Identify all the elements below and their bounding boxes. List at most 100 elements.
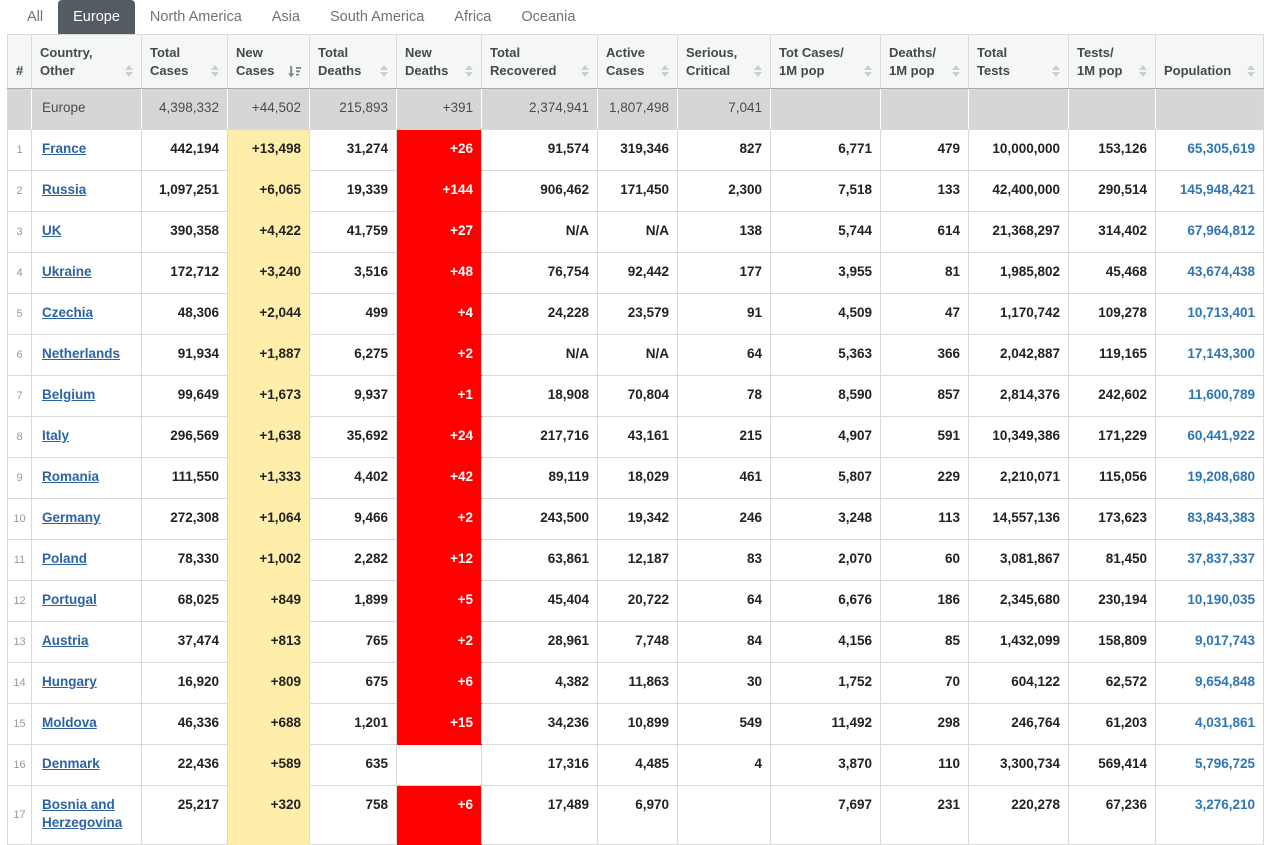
- tests-per-1m-cell: 173,623: [1069, 499, 1156, 540]
- serious-critical-cell: 138: [678, 212, 771, 253]
- sort-icon[interactable]: [1243, 65, 1255, 77]
- col-label: New: [236, 44, 301, 62]
- population-link[interactable]: 9,017,743: [1156, 622, 1264, 663]
- tests-per-1m-cell: 81,450: [1069, 540, 1156, 581]
- col-header-new-deaths[interactable]: NewDeaths: [397, 35, 482, 89]
- deaths-per-1m-cell: 186: [881, 581, 969, 622]
- population-link[interactable]: 5,796,725: [1156, 745, 1264, 786]
- population-link[interactable]: 145,948,421: [1156, 171, 1264, 212]
- country-link[interactable]: Denmark: [42, 756, 100, 771]
- tests-per-1m-cell: [1069, 89, 1156, 130]
- total-recovered-cell: 34,236: [482, 704, 598, 745]
- country-link[interactable]: Italy: [42, 428, 69, 443]
- sort-icon[interactable]: [1135, 65, 1147, 77]
- country-link[interactable]: Austria: [42, 633, 89, 648]
- sort-icon[interactable]: [860, 65, 872, 77]
- new-deaths-cell: +24: [397, 417, 482, 458]
- tab-oceania[interactable]: Oceania: [506, 0, 590, 34]
- col-header-total-tests[interactable]: TotalTests: [969, 35, 1069, 89]
- country-link[interactable]: UK: [42, 223, 62, 238]
- sort-descending-icon[interactable]: [284, 65, 301, 78]
- country-link[interactable]: Poland: [42, 551, 87, 566]
- col-header-total-deaths[interactable]: TotalDeaths: [310, 35, 397, 89]
- population-link[interactable]: 37,837,337: [1156, 540, 1264, 581]
- col-header-total-cases[interactable]: TotalCases: [142, 35, 228, 89]
- tab-asia[interactable]: Asia: [257, 0, 315, 34]
- col-header-total-recovered[interactable]: TotalRecovered: [482, 35, 598, 89]
- sort-icon[interactable]: [121, 65, 133, 77]
- country-link[interactable]: Bosnia and Herzegovina: [42, 797, 122, 830]
- country-cell: France: [32, 130, 142, 171]
- col-label: Total: [150, 44, 219, 62]
- col-header-cases-per-1m[interactable]: Tot Cases/1M pop: [771, 35, 881, 89]
- country-link[interactable]: France: [42, 141, 86, 156]
- population-link[interactable]: 65,305,619: [1156, 130, 1264, 171]
- country-link[interactable]: Russia: [42, 182, 86, 197]
- tab-europe[interactable]: Europe: [58, 0, 135, 34]
- tab-all[interactable]: All: [12, 0, 58, 34]
- sort-icon[interactable]: [461, 65, 473, 77]
- population-link[interactable]: 83,843,383: [1156, 499, 1264, 540]
- sort-icon[interactable]: [207, 65, 219, 77]
- serious-critical-cell: 215: [678, 417, 771, 458]
- tab-south-america[interactable]: South America: [315, 0, 439, 34]
- col-header-serious-critical[interactable]: Serious,Critical: [678, 35, 771, 89]
- country-cell: Belgium: [32, 376, 142, 417]
- rank-cell: 11: [8, 540, 32, 581]
- col-header-new-cases[interactable]: NewCases: [228, 35, 310, 89]
- population-link[interactable]: 11,600,789: [1156, 376, 1264, 417]
- population-link[interactable]: 4,031,861: [1156, 704, 1264, 745]
- deaths-per-1m-cell: 85: [881, 622, 969, 663]
- total-cases-cell: 78,330: [142, 540, 228, 581]
- new-cases-cell: +589: [228, 745, 310, 786]
- cases-per-1m-cell: 8,590: [771, 376, 881, 417]
- population-link[interactable]: 43,674,438: [1156, 253, 1264, 294]
- country-link[interactable]: Netherlands: [42, 346, 120, 361]
- sort-icon[interactable]: [577, 65, 589, 77]
- table-row: 1France442,194+13,49831,274+2691,574319,…: [8, 130, 1264, 171]
- col-label: Critical: [686, 62, 730, 80]
- tests-per-1m-cell: 109,278: [1069, 294, 1156, 335]
- total-tests-cell: [969, 89, 1069, 130]
- sort-icon[interactable]: [376, 65, 388, 77]
- country-link[interactable]: Czechia: [42, 305, 93, 320]
- tab-africa[interactable]: Africa: [439, 0, 506, 34]
- population-link[interactable]: 60,441,922: [1156, 417, 1264, 458]
- country-link[interactable]: Germany: [42, 510, 101, 525]
- country-link[interactable]: Moldova: [42, 715, 97, 730]
- country-link[interactable]: Ukraine: [42, 264, 92, 279]
- population-link[interactable]: 10,713,401: [1156, 294, 1264, 335]
- col-header-population[interactable]: Population: [1156, 35, 1264, 89]
- country-link[interactable]: Belgium: [42, 387, 95, 402]
- population-link[interactable]: 17,143,300: [1156, 335, 1264, 376]
- sort-icon[interactable]: [948, 65, 960, 77]
- sort-icon[interactable]: [1048, 65, 1060, 77]
- tests-per-1m-cell: 62,572: [1069, 663, 1156, 704]
- population-cell: [1156, 89, 1264, 130]
- population-link[interactable]: 10,190,035: [1156, 581, 1264, 622]
- active-cases-cell: 43,161: [598, 417, 678, 458]
- population-link[interactable]: 3,276,210: [1156, 786, 1264, 845]
- new-cases-cell: +3,240: [228, 253, 310, 294]
- population-link[interactable]: 9,654,848: [1156, 663, 1264, 704]
- deaths-per-1m-cell: 110: [881, 745, 969, 786]
- country-link[interactable]: Romania: [42, 469, 99, 484]
- new-deaths-cell: +1: [397, 376, 482, 417]
- total-tests-cell: 246,764: [969, 704, 1069, 745]
- country-link[interactable]: Hungary: [42, 674, 97, 689]
- tab-north-america[interactable]: North America: [135, 0, 257, 34]
- deaths-per-1m-cell: [881, 89, 969, 130]
- active-cases-cell: 92,442: [598, 253, 678, 294]
- total-recovered-cell: 28,961: [482, 622, 598, 663]
- total-tests-cell: 604,122: [969, 663, 1069, 704]
- population-link[interactable]: 19,208,680: [1156, 458, 1264, 499]
- population-link[interactable]: 67,964,812: [1156, 212, 1264, 253]
- col-header-deaths-per-1m[interactable]: Deaths/1M pop: [881, 35, 969, 89]
- sort-icon[interactable]: [657, 65, 669, 77]
- col-header-tests-per-1m[interactable]: Tests/1M pop: [1069, 35, 1156, 89]
- col-header-active-cases[interactable]: ActiveCases: [598, 35, 678, 89]
- country-link[interactable]: Portugal: [42, 592, 97, 607]
- total-tests-cell: 1,432,099: [969, 622, 1069, 663]
- sort-icon[interactable]: [750, 65, 762, 77]
- col-header-country[interactable]: Country,Other: [32, 35, 142, 89]
